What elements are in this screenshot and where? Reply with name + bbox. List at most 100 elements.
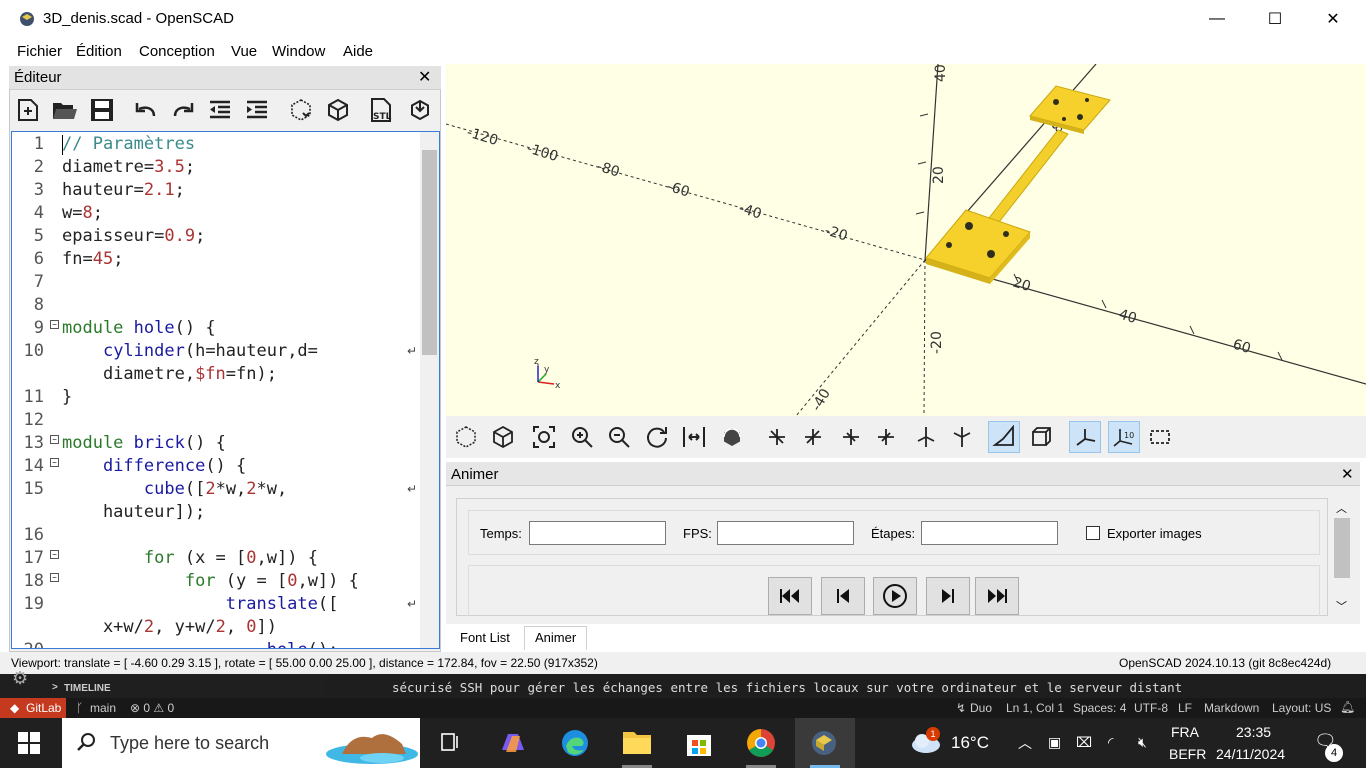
fold-marker[interactable]: −	[50, 435, 59, 444]
zoom-in-icon[interactable]	[566, 421, 598, 453]
chevron-right-icon[interactable]: >	[52, 682, 58, 693]
menu-vue[interactable]: Vue	[231, 43, 257, 60]
show-axes-icon[interactable]	[1069, 421, 1101, 453]
duo-label[interactable]: Duo	[970, 701, 992, 715]
preview-icon[interactable]	[286, 95, 316, 125]
timeline-label[interactable]: TIMELINE	[64, 683, 111, 694]
clock-time[interactable]: 23:35	[1236, 724, 1271, 740]
menu-edition[interactable]: Édition	[76, 43, 122, 60]
unindent-icon[interactable]	[205, 95, 235, 125]
editor-close-button[interactable]: ✕	[418, 67, 431, 87]
play-icon	[883, 584, 907, 608]
language-layout[interactable]: BEFR	[1169, 746, 1206, 762]
chevron-up-icon[interactable]: ︿	[1018, 733, 1032, 753]
perspective-icon[interactable]	[988, 421, 1020, 453]
reset-view-icon[interactable]	[641, 421, 673, 453]
menu-conception[interactable]: Conception	[139, 43, 215, 60]
windows-start-icon[interactable]	[18, 732, 40, 757]
undo-icon[interactable]	[131, 95, 161, 125]
scroll-down-icon[interactable]: ﹀	[1336, 598, 1347, 614]
maximize-button[interactable]: ☐	[1246, 0, 1304, 38]
branch-label[interactable]: main	[90, 701, 116, 715]
tab-font-list[interactable]: Font List	[450, 627, 520, 649]
scroll-up-icon[interactable]: ︿	[1336, 500, 1347, 516]
language-mode[interactable]: Markdown	[1204, 701, 1259, 715]
task-view-icon[interactable]	[440, 732, 460, 755]
indent-icon[interactable]	[242, 95, 272, 125]
file-explorer-icon[interactable]	[622, 728, 652, 759]
microsoft-store-icon[interactable]	[684, 728, 714, 761]
line-number: 6	[33, 249, 44, 269]
view-center-icon[interactable]	[678, 421, 710, 453]
render-icon[interactable]	[323, 95, 353, 125]
tab-animer[interactable]: Animer	[524, 626, 588, 650]
view-all-icon[interactable]	[528, 421, 560, 453]
menu-aide[interactable]: Aide	[343, 43, 373, 60]
rotate-icon[interactable]	[716, 421, 748, 453]
export-stl-icon[interactable]: STL	[366, 95, 396, 125]
menu-window[interactable]: Window	[272, 43, 325, 60]
redo-icon[interactable]	[168, 95, 198, 125]
close-button[interactable]: ✕	[1304, 0, 1362, 38]
animate-close-button[interactable]: ✕	[1341, 465, 1354, 483]
wifi-icon[interactable]: ◜	[1108, 734, 1113, 751]
end-of-line[interactable]: LF	[1178, 701, 1192, 715]
volume-muted-icon[interactable]: 🔇︎	[1138, 734, 1147, 751]
indentation[interactable]: Spaces: 4	[1073, 701, 1126, 715]
line-number: 5	[33, 226, 44, 246]
meet-now-icon[interactable]: ▣	[1048, 734, 1061, 751]
next-frame-button[interactable]	[926, 577, 970, 615]
fold-marker[interactable]: −	[50, 320, 59, 329]
save-icon[interactable]	[87, 95, 117, 125]
show-edges-icon[interactable]	[1144, 421, 1176, 453]
show-scale-icon[interactable]: 10	[1108, 421, 1140, 453]
prev-frame-button[interactable]	[821, 577, 865, 615]
chrome-icon[interactable]	[746, 728, 776, 761]
view-bottom-icon[interactable]	[946, 421, 978, 453]
export-images-checkbox[interactable]	[1086, 526, 1100, 540]
copilot-icon[interactable]	[498, 728, 528, 761]
bell-icon[interactable]: 🔔︎	[1340, 700, 1355, 714]
view-left-icon[interactable]	[797, 421, 829, 453]
menu-fichier[interactable]: Fichier	[17, 43, 62, 60]
time-input[interactable]	[529, 521, 666, 545]
problems-indicator[interactable]: ⊗ 0 ⚠ 0	[130, 701, 174, 715]
view-right-icon[interactable]	[761, 421, 793, 453]
keyboard-layout[interactable]: Layout: US	[1272, 701, 1331, 715]
render-icon[interactable]	[487, 421, 519, 453]
orthogonal-icon[interactable]	[1025, 421, 1057, 453]
play-button[interactable]	[873, 577, 917, 615]
last-frame-button[interactable]	[975, 577, 1019, 615]
new-file-icon[interactable]	[13, 95, 43, 125]
no-battery-icon[interactable]: ⌧	[1076, 734, 1092, 751]
fold-marker[interactable]: −	[50, 573, 59, 582]
axis-tick-label: -120	[465, 125, 500, 150]
minimize-button[interactable]: —	[1188, 0, 1246, 38]
zoom-out-icon[interactable]	[603, 421, 635, 453]
cursor-position[interactable]: Ln 1, Col 1	[1006, 701, 1064, 715]
fps-input[interactable]	[717, 521, 854, 545]
preview-icon[interactable]	[450, 421, 482, 453]
view-back-icon[interactable]	[835, 421, 867, 453]
send-to-print-icon[interactable]	[405, 95, 435, 125]
view-front-icon[interactable]	[870, 421, 902, 453]
fold-marker[interactable]: −	[50, 458, 59, 467]
code-editor[interactable]: 1234567891011121314151617181920 // Param…	[11, 131, 440, 649]
editor-scrollbar-thumb[interactable]	[422, 150, 437, 355]
gear-icon[interactable]: ⚙	[12, 668, 28, 689]
3d-viewport[interactable]: -120 -100 -80 -60 -40 -20 20 40 60 80 20…	[446, 64, 1366, 416]
code-line: cube([2*w,2*w,	[143, 479, 288, 499]
language-primary[interactable]: FRA	[1171, 724, 1199, 740]
encoding[interactable]: UTF-8	[1134, 701, 1168, 715]
steps-input[interactable]	[921, 521, 1058, 545]
view-top-icon[interactable]	[910, 421, 942, 453]
first-frame-icon	[780, 589, 799, 603]
weather-temp[interactable]: 16°C	[951, 733, 989, 753]
edge-icon[interactable]	[560, 728, 590, 761]
open-file-icon[interactable]	[50, 95, 80, 125]
first-frame-button[interactable]	[768, 577, 812, 615]
axis-tick-label: -40	[809, 386, 834, 414]
fold-marker[interactable]: −	[50, 550, 59, 559]
animate-scrollbar-thumb[interactable]	[1334, 518, 1350, 578]
clock-date[interactable]: 24/11/2024	[1216, 746, 1285, 762]
